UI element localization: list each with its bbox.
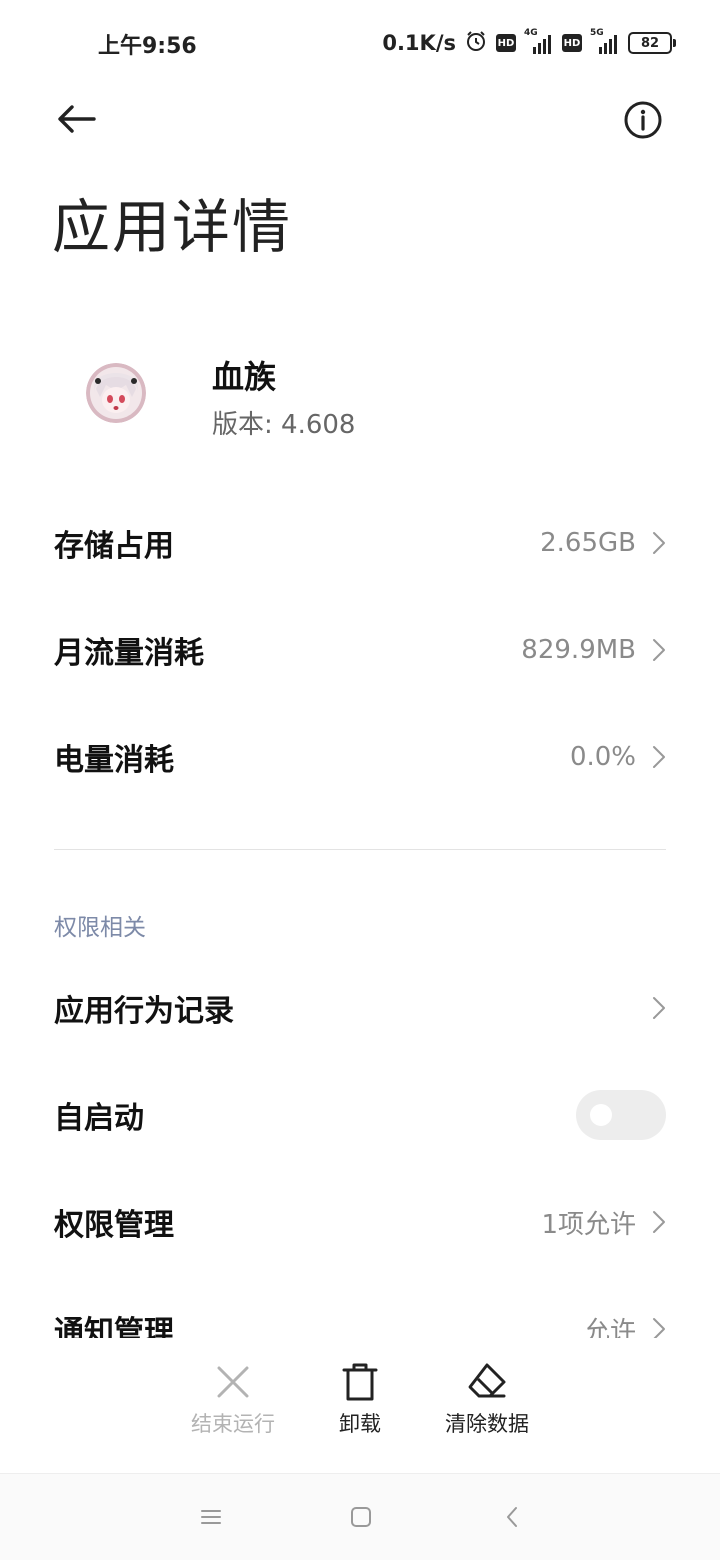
trash-icon (342, 1363, 378, 1401)
hd-badge: HD (496, 34, 516, 52)
chevron-right-icon (653, 997, 665, 1019)
app-name: 血族 (212, 358, 277, 396)
status-icons: 0.1K/s HD 4G HD 5G 82 (382, 28, 676, 58)
status-time: 上午9:56 (98, 34, 197, 59)
autostart-label: 自启动 (54, 1101, 144, 1136)
close-x-icon (217, 1366, 249, 1398)
home-button[interactable] (341, 1500, 381, 1534)
data-usage-row[interactable]: 月流量消耗 829.9MB (54, 620, 666, 680)
chevron-right-icon (653, 746, 665, 768)
app-version: 版本: 4.608 (212, 410, 356, 440)
back-button[interactable] (52, 96, 100, 144)
sim2-generation: 5G (590, 28, 604, 38)
autostart-toggle[interactable] (576, 1090, 666, 1140)
battery-level: 82 (640, 35, 660, 51)
info-button[interactable] (620, 97, 666, 143)
clear-data-label: 清除数据 (445, 1412, 529, 1436)
permission-management-label: 权限管理 (54, 1208, 174, 1243)
autostart-row: 自启动 (54, 1085, 666, 1145)
menu-icon (201, 1510, 221, 1524)
signal-icon-sim1: 4G (524, 28, 554, 54)
behavior-log-row[interactable]: 应用行为记录 (54, 978, 666, 1038)
anime-avatar-icon (86, 363, 146, 423)
battery-usage-value: 0.0% (569, 742, 636, 772)
battery-usage-label: 电量消耗 (54, 743, 174, 778)
chevron-right-icon (653, 639, 665, 661)
data-usage-label: 月流量消耗 (54, 636, 204, 671)
signal-icon-sim2: 5G (590, 28, 620, 54)
battery-icon: 82 (628, 32, 676, 54)
back-chevron-icon (507, 1507, 517, 1527)
info-circle-icon (624, 101, 662, 139)
arrow-left-icon (58, 105, 96, 133)
toggle-knob (590, 1104, 612, 1126)
storage-value: 2.65GB (540, 528, 636, 558)
force-stop-button[interactable]: 结束运行 (173, 1362, 293, 1438)
back-nav-button[interactable] (492, 1500, 532, 1534)
storage-label: 存储占用 (54, 529, 174, 564)
storage-row[interactable]: 存储占用 2.65GB (54, 513, 666, 573)
behavior-log-label: 应用行为记录 (54, 994, 234, 1029)
data-usage-value: 829.9MB (521, 635, 636, 665)
network-speed: 0.1K/s (382, 31, 456, 55)
hd-badge-2: HD (562, 34, 582, 52)
chevron-right-icon (653, 532, 665, 554)
clear-data-button[interactable]: 清除数据 (427, 1362, 547, 1438)
permission-management-value: 1项允许 (541, 1209, 636, 1240)
uninstall-label: 卸载 (339, 1412, 381, 1436)
uninstall-button[interactable]: 卸载 (300, 1362, 420, 1438)
page-title: 应用详情 (52, 193, 293, 261)
alarm-icon (464, 29, 488, 58)
permissions-section-title: 权限相关 (54, 915, 146, 941)
recents-button[interactable] (191, 1500, 231, 1534)
permission-management-row[interactable]: 权限管理 1项允许 (54, 1192, 666, 1252)
sim1-generation: 4G (524, 28, 538, 38)
home-square-icon (351, 1507, 371, 1527)
force-stop-label: 结束运行 (191, 1412, 275, 1436)
chevron-right-icon (653, 1211, 665, 1233)
section-divider (54, 849, 666, 850)
battery-usage-row[interactable]: 电量消耗 0.0% (54, 727, 666, 787)
eraser-icon (468, 1363, 506, 1398)
